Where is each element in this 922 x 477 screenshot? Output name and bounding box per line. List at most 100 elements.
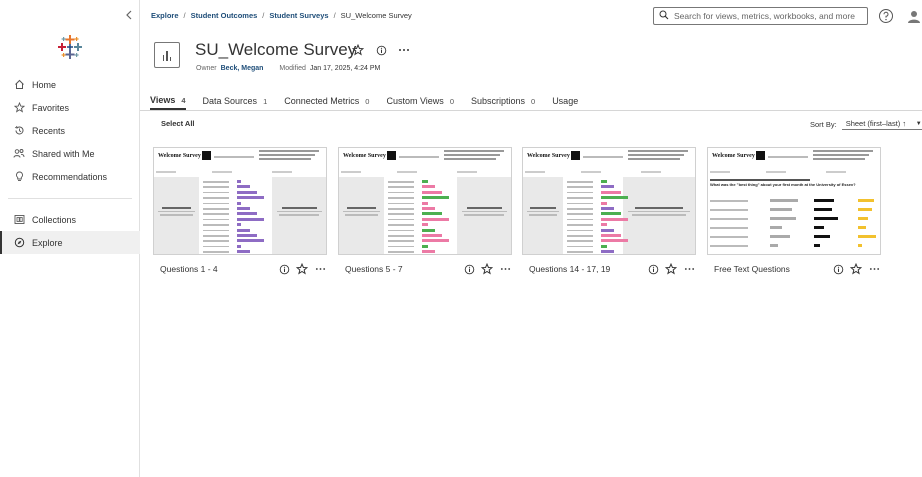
thumbnail-header: Welcome Survey — [523, 148, 695, 168]
bar-mark — [601, 244, 607, 248]
thumbnail-detail — [710, 236, 748, 238]
bar-mark — [237, 244, 241, 248]
sidebar-item-collections[interactable]: Collections — [0, 208, 140, 231]
favorite-star-icon[interactable] — [296, 263, 308, 275]
thumbnail-detail — [203, 197, 229, 199]
breadcrumb-link-explore[interactable]: Explore — [151, 11, 179, 20]
tab-data-sources[interactable]: Data Sources 1 — [203, 96, 268, 110]
thumbnail-detail — [530, 207, 556, 209]
tab-divider — [140, 110, 922, 111]
view-name-link[interactable]: Questions 1 - 4 — [160, 264, 278, 274]
more-actions-icon[interactable] — [499, 263, 511, 275]
sort-control: Sort By: Sheet (first–last) ↑ ▼ — [810, 118, 922, 130]
thumbnail-body — [339, 177, 511, 254]
breadcrumb-link-student-outcomes[interactable]: Student Outcomes — [191, 11, 258, 20]
search-box[interactable] — [653, 7, 868, 25]
bar-mark — [601, 207, 614, 210]
info-icon[interactable] — [647, 263, 659, 275]
thumbnail-detail — [259, 150, 319, 152]
favorite-star-icon[interactable] — [665, 263, 677, 275]
sidebar-nav: Home Favorites Recents Shared with Me Re… — [0, 73, 140, 188]
help-icon[interactable] — [878, 8, 894, 24]
bar-mark — [601, 217, 628, 221]
view-thumbnail[interactable]: Welcome Survey — [522, 147, 696, 255]
tab-subscriptions[interactable]: Subscriptions 0 — [471, 96, 535, 110]
thumbnail-detail — [567, 251, 593, 253]
thumbnail-detail — [203, 251, 229, 253]
workbook-icon — [154, 42, 180, 68]
view-name-link[interactable]: Free Text Questions — [714, 264, 832, 274]
thumbnail-detail — [203, 224, 229, 226]
view-thumbnail[interactable]: Welcome Survey — [338, 147, 512, 255]
page-title: SU_Welcome Survey — [195, 40, 357, 59]
bar-mark — [237, 217, 264, 221]
view-thumbnail[interactable]: Welcome Survey What was the "best thing" … — [707, 147, 881, 255]
sidebar-item-favorites[interactable]: Favorites — [0, 96, 140, 119]
favorite-star-icon[interactable] — [481, 263, 493, 275]
bar-mark — [422, 244, 428, 248]
thumbnail-detail — [526, 210, 560, 212]
search-input[interactable] — [674, 11, 859, 21]
bar-mark — [601, 180, 607, 183]
thumbnail-detail — [388, 251, 414, 253]
more-actions-icon[interactable] — [398, 44, 410, 56]
sidebar-item-explore[interactable]: Explore — [0, 231, 140, 254]
chevron-down-icon: ▼ — [915, 120, 922, 127]
favorite-star-icon[interactable] — [352, 44, 364, 56]
view-name-link[interactable]: Questions 14 - 17, 19 — [529, 264, 647, 274]
thumbnail-panel — [339, 177, 384, 254]
sidebar-item-home[interactable]: Home — [0, 73, 140, 96]
info-icon[interactable] — [375, 44, 387, 56]
view-card: Welcome Survey What was the "best thing" … — [707, 147, 881, 275]
tab-usage[interactable]: Usage — [552, 96, 578, 110]
tab-custom-views[interactable]: Custom Views 0 — [386, 96, 454, 110]
bar-mark — [858, 217, 868, 220]
user-avatar-icon[interactable] — [906, 8, 922, 24]
thumbnail-detail — [341, 171, 361, 173]
info-icon[interactable] — [278, 263, 290, 275]
sidebar-item-label: Shared with Me — [32, 148, 95, 159]
thumbnail-detail — [203, 229, 229, 232]
tab-connected-metrics[interactable]: Connected Metrics 0 — [284, 96, 369, 110]
sidebar-item-recommendations[interactable]: Recommendations — [0, 165, 140, 188]
bar-mark — [770, 217, 796, 220]
thumbnail-detail — [345, 214, 378, 216]
thumbnail-detail — [388, 202, 414, 205]
owner-link[interactable]: Beck, Megan — [221, 65, 264, 72]
collapse-sidebar-icon[interactable] — [122, 8, 136, 22]
bar-mark — [422, 250, 435, 254]
more-actions-icon[interactable] — [868, 263, 880, 275]
thumbnail-question — [525, 207, 561, 216]
breadcrumb-link-student-surveys[interactable]: Student Surveys — [269, 11, 328, 20]
thumbnail-detail — [567, 240, 593, 242]
thumbnail-detail — [388, 218, 414, 221]
view-thumbnail[interactable]: Welcome Survey — [153, 147, 327, 255]
thumbnail-detail — [567, 235, 593, 237]
tab-bar: Views 4 Data Sources 1 Connected Metrics 0 … — [150, 95, 595, 110]
thumbnail-detail — [162, 207, 191, 209]
thumbnail-detail — [272, 171, 292, 173]
sort-dropdown[interactable]: Sheet (first–last) ↑ ▼ — [841, 118, 922, 130]
info-icon[interactable] — [832, 263, 844, 275]
thumbnail-panel — [523, 177, 563, 254]
view-name-link[interactable]: Questions 5 - 7 — [345, 264, 463, 274]
thumbnail-detail — [388, 235, 414, 237]
more-actions-icon[interactable] — [314, 263, 326, 275]
favorite-star-icon[interactable] — [850, 263, 862, 275]
select-all-button[interactable]: Select All — [161, 119, 195, 128]
thumbnail-question — [459, 207, 509, 216]
thumbnail-title: Welcome Survey — [343, 153, 386, 159]
thumbnail-detail — [203, 213, 229, 215]
thumbnail-detail — [276, 210, 322, 212]
bar-mark — [770, 199, 798, 202]
tableau-logo-icon[interactable] — [57, 34, 83, 60]
tab-views[interactable]: Views 4 — [150, 95, 186, 110]
bar-mark — [422, 190, 442, 194]
sidebar-item-recents[interactable]: Recents — [0, 119, 140, 142]
thumbnail-body — [523, 177, 695, 254]
breadcrumb-separator: / — [262, 11, 265, 20]
more-actions-icon[interactable] — [683, 263, 695, 275]
sidebar-item-shared-with-me[interactable]: Shared with Me — [0, 142, 140, 165]
info-icon[interactable] — [463, 263, 475, 275]
bar-mark — [814, 244, 820, 247]
